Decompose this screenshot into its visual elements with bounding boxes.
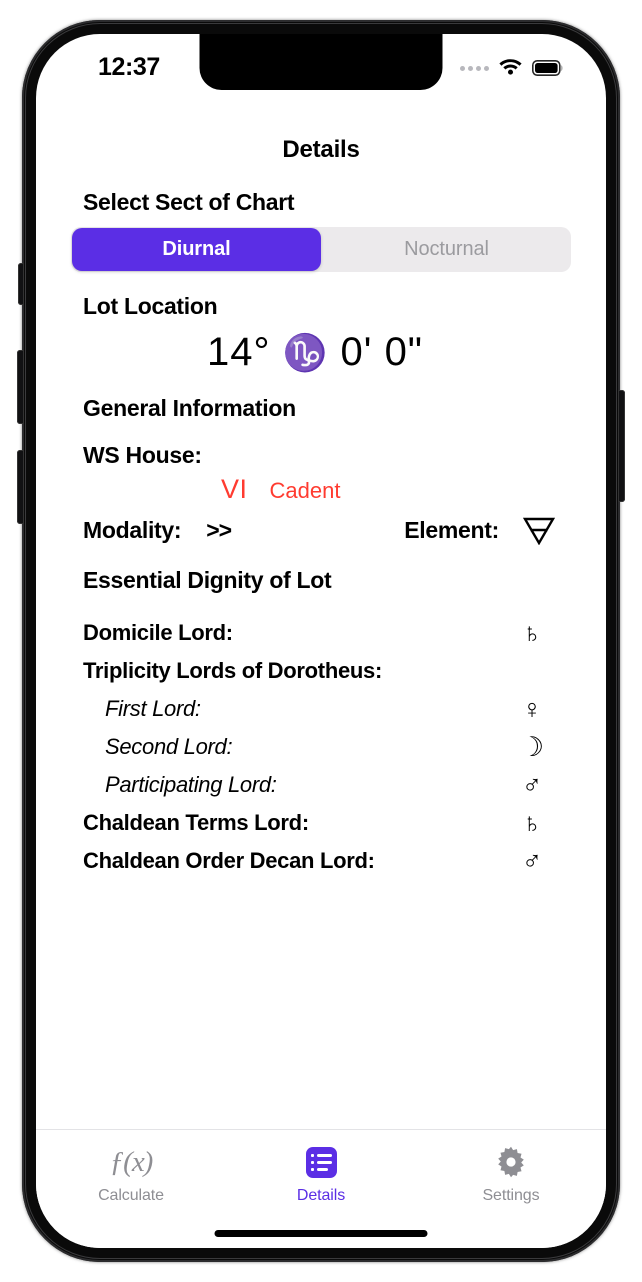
lot-location-heading: Lot Location [83,293,218,319]
details-content: Select Sect of Chart Diurnal Nocturnal L… [36,174,606,880]
segment-nocturnal[interactable]: Nocturnal [322,227,571,272]
ws-house-quality: Cadent [269,478,341,503]
segment-diurnal[interactable]: Diurnal [72,228,321,271]
general-information-heading: General Information [83,395,296,421]
status-bar-indicators [460,56,564,80]
mars-icon: ♂ [521,769,543,800]
capricorn-icon: ♑ [282,332,329,373]
essential-dignity-list: Domicile Lord: ♄ Triplicity Lords of Dor… [36,614,606,880]
tab-calculate-label: Calculate [98,1187,164,1204]
tab-settings[interactable]: Settings [416,1130,606,1248]
list-bullet-icon [305,1144,337,1180]
modality-element-row: Modality: >> Element: [36,515,606,545]
volume-down-button[interactable] [17,450,24,524]
dignity-label: Second Lord: [105,734,233,759]
silent-switch-button[interactable] [18,263,24,305]
dignity-label: Chaldean Order Decan Lord: [83,848,375,873]
status-bar: 12:37 [36,34,606,96]
dignity-row-chaldean-terms-lord: Chaldean Terms Lord: ♄ [83,804,559,842]
phone-frame: 12:37 Details Select Sect of Chart Diurn… [17,20,625,1262]
lot-degrees: 14° [206,330,271,374]
dignity-row-triplicity-header: Triplicity Lords of Dorotheus: [83,652,559,690]
dignity-row-first-lord: First Lord: ♀ [83,690,559,728]
dignity-label: First Lord: [105,696,201,721]
moon-icon: ☽ [519,731,545,762]
dignity-label: Triplicity Lords of Dorotheus: [83,658,383,683]
element-label: Element: [404,516,499,543]
power-button[interactable] [618,390,625,502]
wifi-icon [498,56,523,80]
dignity-label: Participating Lord: [105,772,277,797]
gear-icon [495,1144,527,1180]
page-title: Details [282,136,360,163]
dignity-label: Domicile Lord: [83,620,233,645]
ws-house-label: WS House: [83,442,202,468]
saturn-icon: ♄ [521,617,543,648]
earth-element-icon [519,515,559,545]
ws-house-value: VI Cadent [36,474,606,505]
tab-details-label: Details [296,1187,346,1204]
lot-minutes: 0' [340,330,373,374]
dignity-row-chaldean-decan-lord: Chaldean Order Decan Lord: ♂ [83,842,559,880]
select-sect-heading: Select Sect of Chart [83,189,295,215]
function-fx-icon: ƒ(x) [109,1145,154,1178]
modality-label: Modality: [83,516,182,543]
signal-dots-icon [460,65,489,71]
saturn-icon: ♄ [521,807,543,838]
lot-location-value: 14° ♑ 0' 0" [36,332,606,372]
volume-up-button[interactable] [17,350,24,424]
dignity-row-domicile-lord: Domicile Lord: ♄ [83,614,559,652]
phone-screen: 12:37 Details Select Sect of Chart Diurn… [36,34,606,1248]
status-bar-time: 12:37 [98,53,160,81]
tab-calculate[interactable]: ƒ(x) Calculate [36,1130,226,1248]
dignity-row-participating-lord: Participating Lord: ♂ [83,766,559,804]
battery-full-icon [532,60,564,76]
tab-settings-label: Settings [482,1187,540,1204]
dignity-label: Chaldean Terms Lord: [83,810,309,835]
venus-icon: ♀ [521,693,543,724]
home-indicator[interactable] [214,1230,428,1237]
essential-dignity-heading: Essential Dignity of Lot [83,567,332,593]
lot-seconds: 0" [384,330,424,374]
mars-icon: ♂ [521,845,543,876]
ws-house-roman-numeral: VI [221,474,248,504]
dignity-row-second-lord: Second Lord: ☽ [83,728,559,766]
sect-segmented-control[interactable]: Diurnal Nocturnal [71,227,571,272]
modality-value: >> [206,516,232,543]
